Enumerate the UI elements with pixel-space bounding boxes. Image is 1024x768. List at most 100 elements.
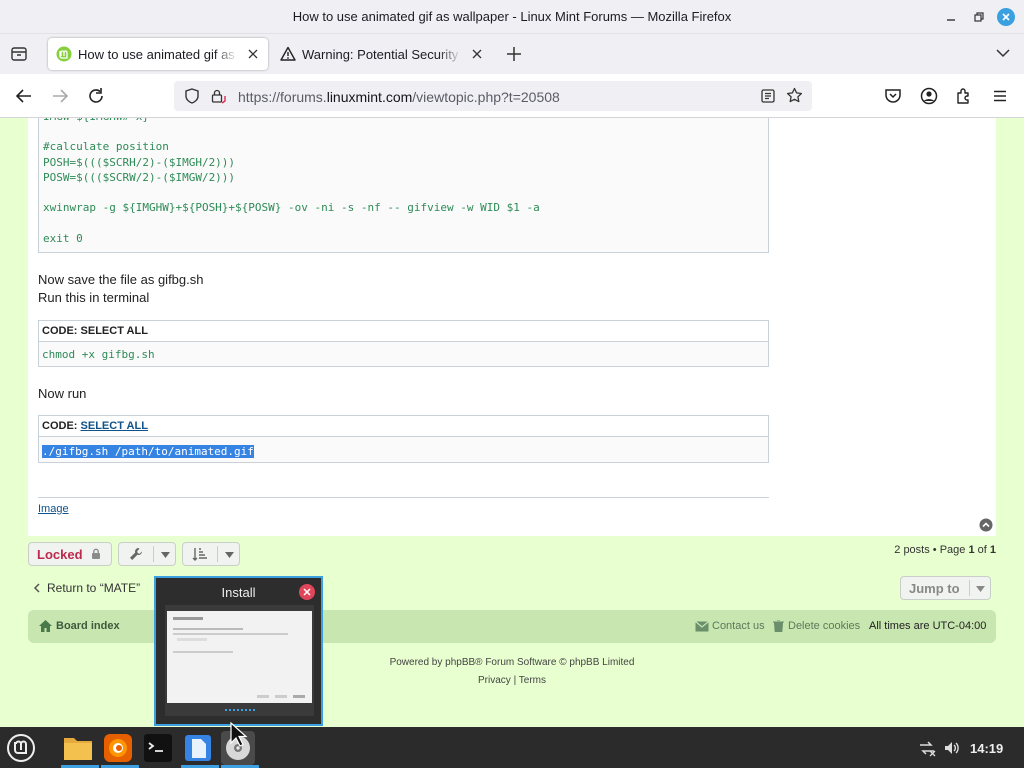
reload-icon (89, 88, 103, 103)
code-line[interactable]: chmod +x gifbg.sh (39, 342, 768, 361)
code-line[interactable]: #calculate position (43, 140, 169, 153)
select-all-link[interactable]: SELECT ALL (81, 420, 148, 432)
reload-button[interactable] (87, 87, 105, 105)
network-status[interactable] (918, 739, 936, 757)
code-line[interactable]: xwinwrap -g ${IMGHW}+${POSH}+${POSW} -ov… (43, 201, 540, 214)
tab-bar: How to use animated gif as wallpaper War… (0, 34, 1024, 74)
site-info-button[interactable] (210, 88, 226, 104)
thumbnail-progress-dots (225, 709, 255, 711)
reader-view-icon (761, 89, 775, 103)
contact-us-link[interactable]: Contact us (695, 620, 765, 632)
locked-label: Locked (37, 547, 83, 562)
sort-options-button[interactable] (182, 542, 240, 566)
extensions-button[interactable] (955, 87, 973, 105)
thumbnail-line (173, 628, 243, 630)
app-menu-button[interactable] (991, 87, 1009, 105)
arrow-left-icon (15, 89, 31, 103)
locked-button[interactable]: Locked (28, 542, 112, 566)
return-link[interactable]: Return to “MATE” (33, 581, 140, 595)
terminal-icon (144, 734, 172, 762)
url-prefix: https://forums. (238, 89, 327, 105)
bookmark-button[interactable] (786, 87, 803, 104)
footer-separator: | (513, 675, 517, 686)
delete-cookies-link[interactable]: Delete cookies (773, 620, 860, 632)
new-tab-button[interactable] (506, 46, 522, 62)
caret-down-icon (976, 586, 985, 592)
thumbnail-heading (173, 617, 203, 620)
code-label: CODE: (42, 325, 78, 337)
close-window-button[interactable] (997, 8, 1015, 26)
linux-mint-favicon-icon (56, 46, 72, 62)
code-label: CODE: (42, 420, 78, 432)
terminal-launcher[interactable] (141, 731, 175, 765)
code-line[interactable]: POSH=$((($SCRH/2)-($IMGH/2))) (43, 156, 235, 169)
thumbnail-window (167, 611, 312, 703)
tab-close-icon[interactable] (248, 49, 258, 59)
pagination-of: of (974, 544, 990, 556)
mint-menu-button[interactable] (4, 731, 38, 765)
reader-view-button[interactable] (760, 88, 776, 104)
document-icon (185, 735, 211, 761)
account-button[interactable] (920, 87, 938, 105)
code-line[interactable]: IMGW=${IMGHW#*x} (43, 118, 149, 123)
image-link[interactable]: Image (38, 503, 69, 515)
code-line[interactable]: POSW=$((($SCRW/2)-($IMGW/2))) (43, 171, 235, 184)
firefox-view-button[interactable] (10, 45, 28, 63)
selected-code-text[interactable]: ./gifbg.sh /path/to/animated.gif (42, 445, 254, 458)
forward-button[interactable] (51, 87, 69, 105)
preview-close-button[interactable] (299, 584, 315, 600)
code-line[interactable]: exit 0 (43, 232, 83, 245)
cursor-arrow-icon (230, 722, 248, 747)
hamburger-menu-icon (994, 90, 1006, 102)
privacy-link[interactable]: Privacy (478, 675, 511, 686)
pagination-total: 1 (989, 544, 996, 556)
delete-cookies-label: Delete cookies (788, 620, 861, 632)
firefox-view-icon (11, 47, 27, 61)
jump-to-button[interactable]: Jump to (900, 576, 991, 600)
lock-icon (92, 548, 100, 559)
tab-close-icon[interactable] (472, 49, 482, 59)
account-icon (920, 87, 938, 105)
minimize-icon (947, 19, 955, 21)
clock[interactable]: 14:19 (970, 741, 1003, 756)
tab-security-warning[interactable]: Warning: Potential Security Risk Ahead (272, 38, 490, 70)
address-bar[interactable]: https://forums.linuxmint.com/viewtopic.p… (174, 81, 812, 111)
list-all-tabs-button[interactable] (996, 48, 1010, 58)
envelope-icon (695, 620, 709, 631)
pocket-button[interactable] (884, 87, 902, 105)
volume-control[interactable] (943, 739, 961, 757)
board-index-link[interactable]: Board index (39, 620, 120, 632)
files-launcher[interactable] (61, 731, 99, 768)
thumbnail-line (177, 638, 207, 641)
thumbnail-button (257, 695, 269, 698)
code-block-script: IMGW=${IMGHW#*x} #calculate position POSH=… (38, 118, 769, 253)
post-text: Run this in terminal (38, 290, 150, 305)
back-to-top-button[interactable] (979, 518, 993, 532)
code-header: CODE: SELECT ALL (39, 416, 768, 437)
tab-animated-gif[interactable]: How to use animated gif as wallpaper (48, 38, 268, 70)
back-button[interactable] (15, 87, 33, 105)
shield-icon (185, 88, 199, 104)
tracking-protection-button[interactable] (184, 88, 200, 104)
navigation-toolbar: https://forums.linuxmint.com/viewtopic.p… (0, 74, 1024, 118)
url-path: /viewtopic.php?t=20508 (412, 89, 560, 105)
volume-icon (945, 742, 959, 754)
text-editor-launcher[interactable] (181, 731, 219, 768)
timezone-info: All times are UTC-04:00 (869, 620, 986, 632)
warning-icon (280, 46, 296, 61)
window-preview-popup[interactable]: Install (154, 576, 323, 726)
select-all-text: SELECT ALL (80, 325, 148, 337)
pocket-icon (885, 89, 901, 103)
maximize-button[interactable] (970, 8, 988, 26)
firefox-launcher[interactable] (101, 731, 139, 768)
thumbnail-button (275, 695, 287, 698)
home-icon (39, 620, 52, 632)
star-icon (786, 87, 803, 103)
timezone-value: UTC-04:00 (932, 620, 987, 632)
tab-label: How to use animated gif as wallpaper (78, 46, 238, 62)
button-divider (153, 546, 154, 562)
topic-tools-button[interactable] (118, 542, 176, 566)
terms-link[interactable]: Terms (519, 675, 546, 686)
minimize-button[interactable] (942, 8, 960, 26)
code-header: CODE: SELECT ALL (39, 321, 768, 342)
